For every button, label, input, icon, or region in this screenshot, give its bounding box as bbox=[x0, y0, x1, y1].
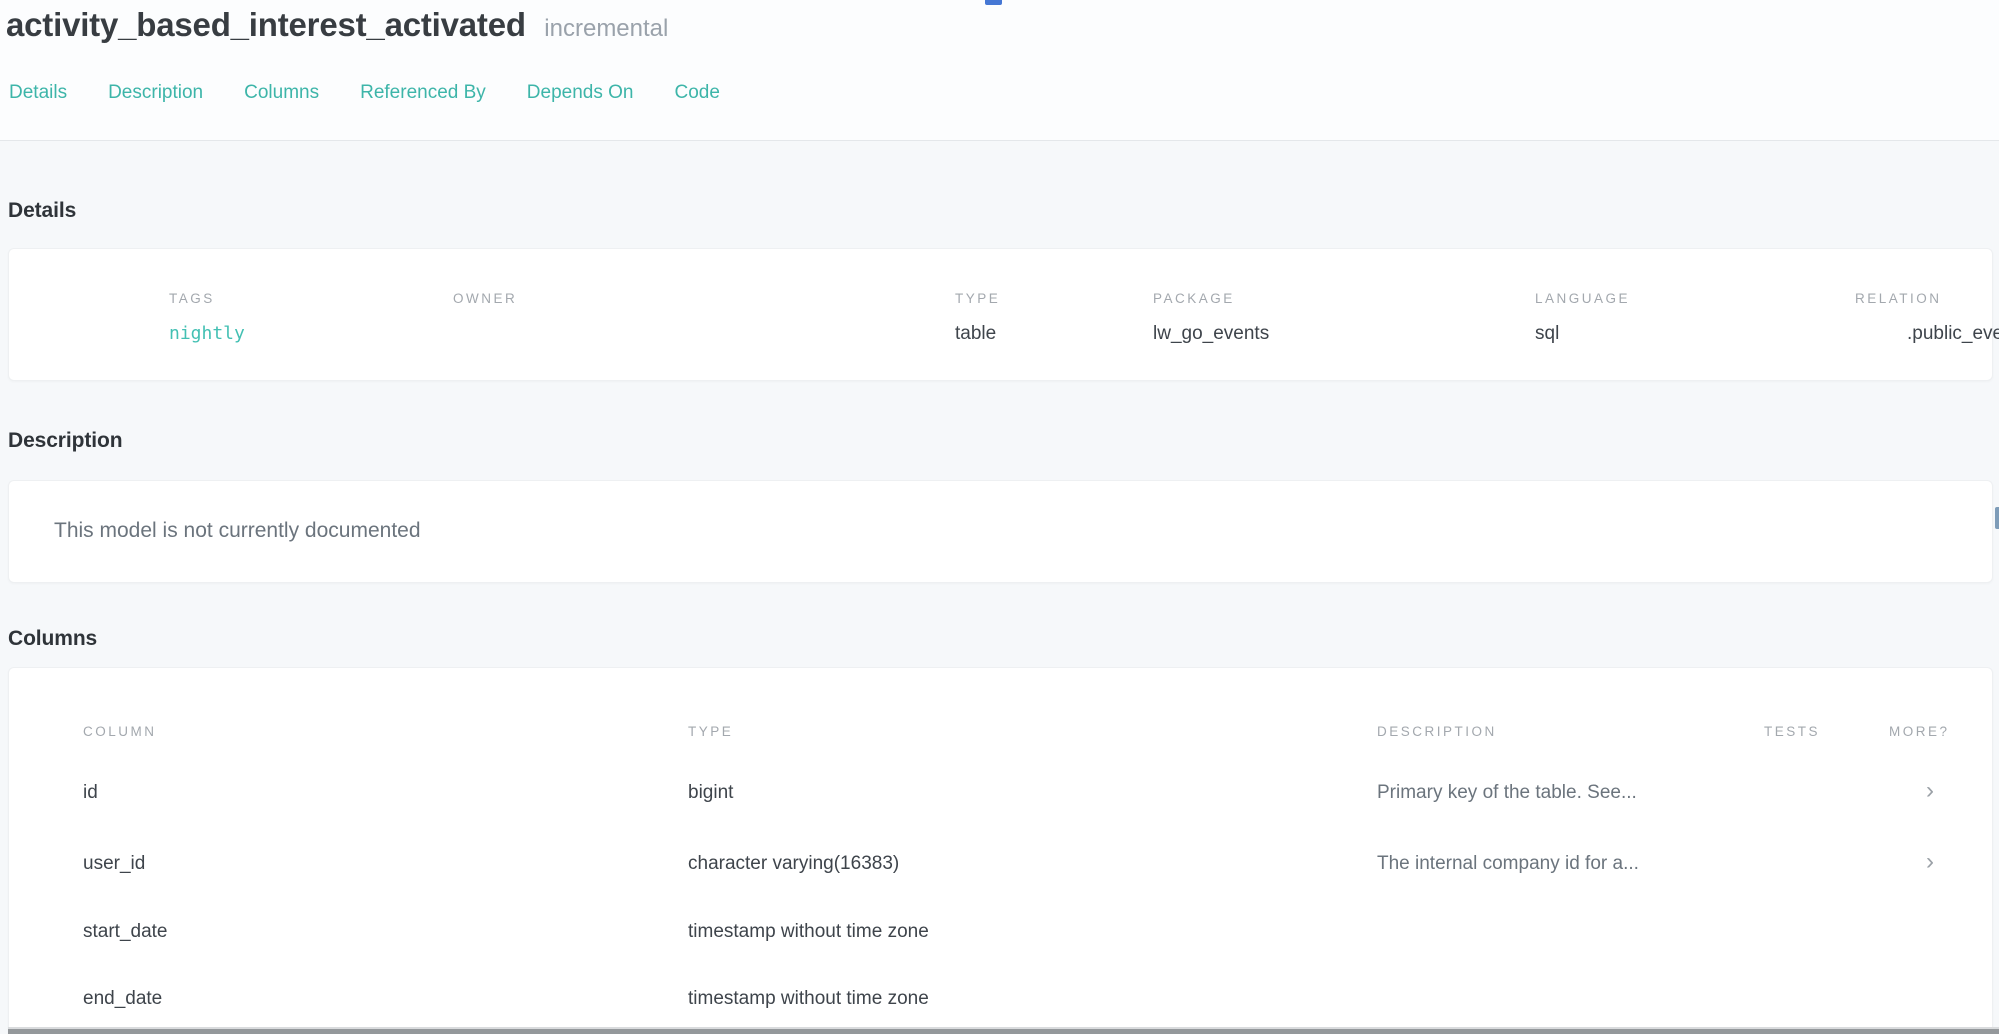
column-name: start_date bbox=[83, 921, 168, 943]
column-header-tests: TESTS bbox=[1764, 724, 1820, 739]
page-title: activity_based_interest_activated bbox=[6, 6, 526, 43]
column-name: id bbox=[83, 782, 98, 804]
nav-link-columns[interactable]: Columns bbox=[244, 82, 319, 104]
relation-label: RELATION bbox=[1855, 291, 1942, 306]
column-type: bigint bbox=[688, 782, 733, 804]
column-type: character varying(16383) bbox=[688, 853, 899, 875]
column-header-column: COLUMN bbox=[83, 724, 157, 739]
clipped-code-panel-edge bbox=[8, 1027, 1999, 1034]
column-name: end_date bbox=[83, 988, 162, 1010]
table-row-id[interactable]: id bigint Primary key of the table. See.… bbox=[9, 772, 1994, 820]
column-description: Primary key of the table. See... bbox=[1377, 782, 1637, 804]
tag-link-nightly[interactable]: nightly bbox=[169, 323, 245, 344]
nav-link-referenced-by[interactable]: Referenced By bbox=[360, 82, 486, 104]
tags-label: TAGS bbox=[169, 291, 215, 306]
details-section-heading: Details bbox=[8, 199, 76, 223]
owner-label: OWNER bbox=[453, 291, 517, 306]
language-value: sql bbox=[1535, 323, 1559, 345]
nav-link-code[interactable]: Code bbox=[674, 82, 719, 104]
description-text: This model is not currently documented bbox=[54, 519, 421, 543]
column-type: timestamp without time zone bbox=[688, 921, 929, 943]
section-nav: Details Description Columns Referenced B… bbox=[9, 82, 720, 104]
table-row-start-date[interactable]: start_date timestamp without time zone bbox=[9, 911, 1994, 959]
type-value: table bbox=[955, 323, 996, 345]
nav-link-depends-on[interactable]: Depends On bbox=[527, 82, 634, 104]
type-label: TYPE bbox=[955, 291, 1000, 306]
column-type: timestamp without time zone bbox=[688, 988, 929, 1010]
column-header-type: TYPE bbox=[688, 724, 733, 739]
clipped-edit-control-fragment bbox=[1995, 507, 1999, 529]
table-row-user-id[interactable]: user_id character varying(16383) The int… bbox=[9, 843, 1994, 891]
package-value: lw_go_events bbox=[1153, 323, 1269, 345]
description-section-heading: Description bbox=[8, 429, 122, 453]
column-header-description: DESCRIPTION bbox=[1377, 724, 1497, 739]
model-docs-page: activity_based_interest_activated increm… bbox=[0, 0, 1999, 1034]
columns-section-heading: Columns bbox=[8, 627, 97, 651]
chevron-right-icon[interactable]: › bbox=[1915, 778, 1945, 804]
column-description: The internal company id for a... bbox=[1377, 853, 1639, 875]
clipped-link-fragment bbox=[985, 0, 1002, 5]
details-card: TAGS nightly OWNER TYPE table PACKAGE lw… bbox=[8, 248, 1993, 381]
columns-card: COLUMN TYPE DESCRIPTION TESTS MORE? id b… bbox=[8, 667, 1993, 1034]
nav-link-details[interactable]: Details bbox=[9, 82, 67, 104]
model-materialization-badge: incremental bbox=[544, 15, 668, 42]
column-name: user_id bbox=[83, 853, 145, 875]
column-header-more: MORE? bbox=[1889, 724, 1950, 739]
chevron-right-icon[interactable]: › bbox=[1915, 849, 1945, 875]
language-label: LANGUAGE bbox=[1535, 291, 1630, 306]
relation-value: .public_events.activity_based_interest_a… bbox=[1907, 323, 1999, 345]
page-header: activity_based_interest_activated increm… bbox=[0, 0, 1999, 141]
package-label: PACKAGE bbox=[1153, 291, 1235, 306]
table-row-end-date[interactable]: end_date timestamp without time zone bbox=[9, 978, 1994, 1026]
nav-link-description[interactable]: Description bbox=[108, 82, 203, 104]
description-card: This model is not currently documented bbox=[8, 480, 1993, 583]
title-row: activity_based_interest_activated increm… bbox=[6, 6, 668, 44]
